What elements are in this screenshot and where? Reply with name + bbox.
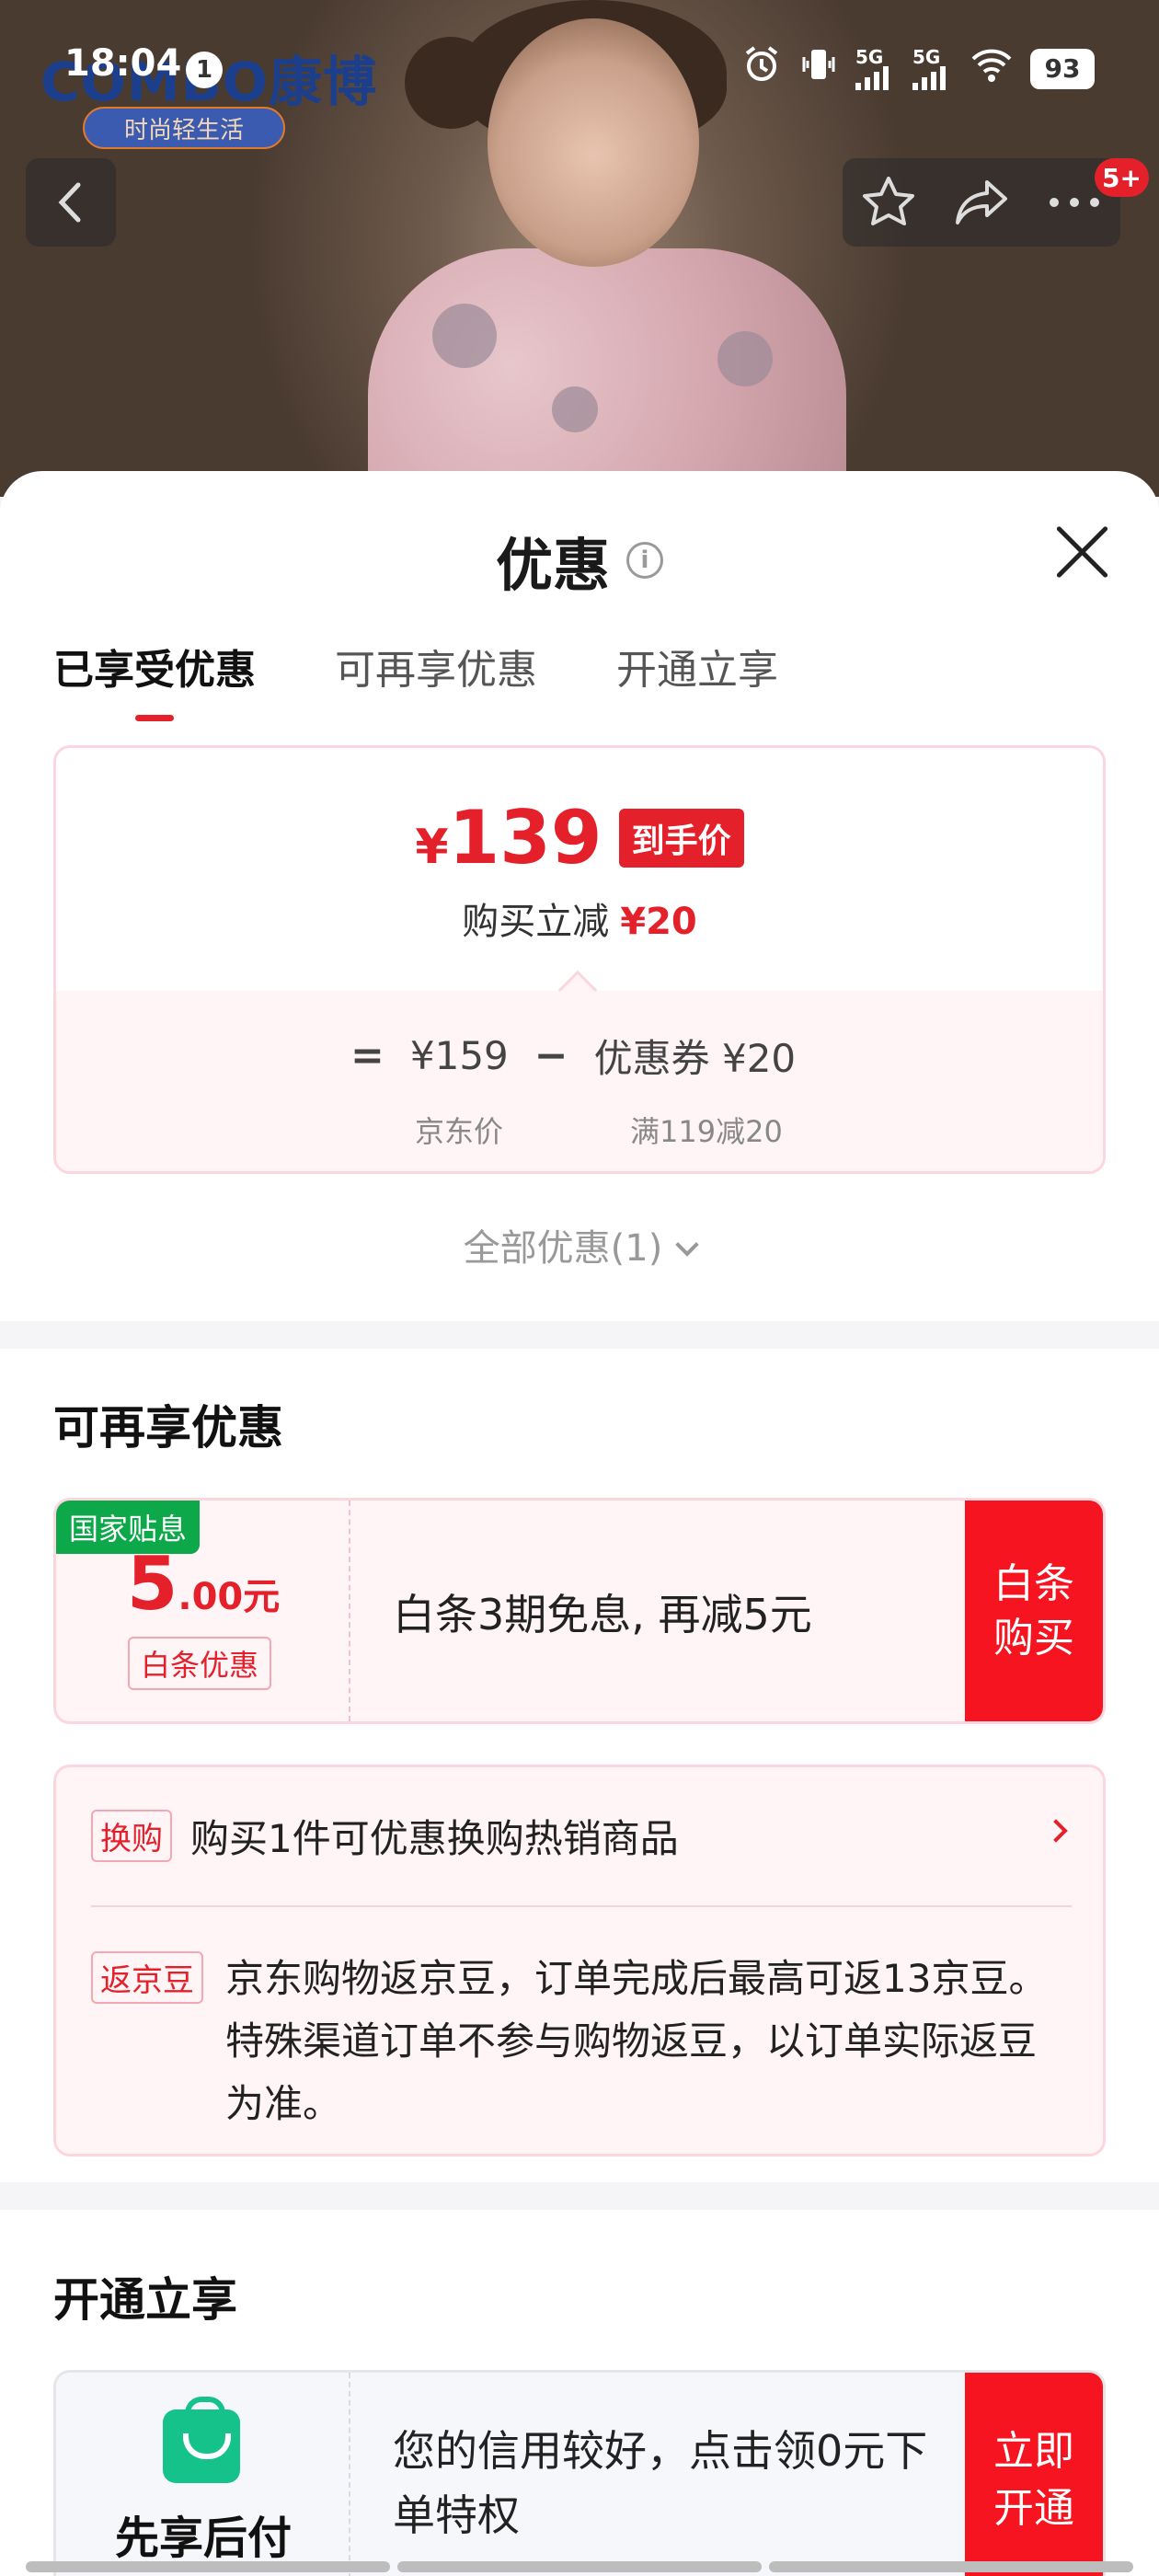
gesture-nav-bar: [0, 2561, 1159, 2576]
hero-dot: [717, 331, 773, 386]
chevron-right-icon: [1044, 1819, 1068, 1843]
network-type-2: 5G: [912, 45, 941, 68]
status-time: 18:04: [64, 42, 182, 85]
vibrate-icon: [798, 44, 839, 93]
notification-count-badge: 1: [186, 52, 223, 88]
section-divider: [0, 2182, 1159, 2210]
sheet-title: 优惠 i: [0, 519, 1159, 602]
perks-card: 换购 购买1件可优惠换购热销商品 返京豆 京东购物返京豆，订单完成后最高可返13…: [53, 1765, 1106, 2156]
pay-later-name: 先享后付: [114, 2513, 292, 2564]
final-price-line: ¥139 到手价: [56, 801, 1103, 875]
amount-decimal: .00元: [178, 1576, 281, 1618]
tab-open-now[interactable]: 开通立享: [616, 637, 778, 721]
tab-enjoyed[interactable]: 已享受优惠: [53, 637, 256, 721]
discount-sheet: 优惠 i 已享受优惠 可再享优惠 开通立享 ¥139 到手价 购买立减 ¥20 = …: [0, 471, 1159, 2576]
discount-tabs: 已享受优惠 可再享优惠 开通立享: [53, 637, 778, 721]
nav-segment: [26, 2561, 390, 2572]
favorite-button[interactable]: [847, 166, 930, 239]
baitiao-buy-button[interactable]: 白条 购买: [965, 1501, 1103, 1721]
button-line-2: 购买: [993, 1615, 1074, 1662]
status-icons: 5G 5G 93: [741, 44, 1095, 93]
chevron-left-icon: [58, 182, 81, 223]
price-formula: = ¥159 − 优惠券 ¥20 京东价 满119减20: [56, 991, 1103, 1171]
currency-symbol: ¥: [415, 820, 449, 875]
button-line-2: 开通: [993, 2485, 1074, 2532]
header-action-group: [843, 158, 1120, 247]
final-price-value: 139: [448, 795, 602, 880]
wifi-icon: [970, 46, 1014, 91]
minus-sign: −: [534, 1032, 568, 1079]
status-bar: 18:04 1 5G 5G 93: [0, 28, 1159, 110]
jd-beans-tag: 返京豆: [91, 1951, 203, 2004]
amount-integer: 5: [126, 1541, 178, 1627]
chevron-down-icon: [675, 1233, 700, 1257]
jd-price: ¥159: [409, 1033, 509, 1078]
share-button[interactable]: [940, 166, 1023, 239]
sheet-title-text: 优惠: [495, 532, 610, 599]
pay-later-description: 您的信用较好，点击领0元下单特权: [393, 2426, 928, 2540]
star-icon: [863, 177, 915, 225]
hero-dot: [432, 304, 497, 368]
hero-dot: [552, 386, 598, 432]
jd-price-label: 京东价: [415, 1114, 504, 1149]
info-icon[interactable]: i: [626, 542, 663, 579]
all-discounts-label: 全部优惠(1): [463, 1227, 663, 1270]
reduction-amount: ¥20: [620, 901, 697, 943]
close-button[interactable]: [1052, 523, 1111, 581]
final-price: ¥139: [415, 801, 602, 875]
price-summary: ¥139 到手价 购买立减 ¥20: [56, 748, 1103, 991]
instant-reduction: 购买立减 ¥20: [56, 891, 1103, 945]
baitiao-amount: 5.00元: [56, 1541, 350, 1627]
back-button[interactable]: [26, 158, 116, 247]
coupon-condition: 满119减20: [630, 1114, 783, 1149]
section-divider: [0, 1321, 1159, 1349]
button-line-1: 立即: [993, 2428, 1074, 2476]
more-dots-icon: [1049, 198, 1099, 207]
shopping-bag-icon: [163, 2397, 240, 2483]
formula-line: = ¥159 − 优惠券 ¥20: [350, 1028, 796, 1084]
pay-later-card[interactable]: 先享后付 您的信用较好，点击领0元下单特权 立即 开通: [53, 2370, 1106, 2576]
nav-segment: [397, 2561, 762, 2572]
exchange-text: 购买1件可优惠换购热销商品: [190, 1816, 679, 1861]
jd-beans-text: 京东购物返京豆，订单完成后最高可返13京豆。特殊渠道订单不参与购物返豆，以订单实…: [225, 1956, 1048, 2126]
equals-sign: =: [350, 1032, 384, 1079]
hero-jacket: [368, 248, 846, 497]
baitiao-label: 白条优惠: [128, 1637, 272, 1690]
more-discounts-heading: 可再享优惠: [53, 1401, 283, 1455]
open-now-button[interactable]: 立即 开通: [965, 2373, 1103, 2576]
tab-more-available[interactable]: 可再享优惠: [335, 637, 537, 721]
reduction-label: 购买立减: [462, 901, 610, 943]
signal-5g-2-icon: 5G: [912, 48, 953, 90]
final-price-tag: 到手价: [618, 809, 744, 868]
exchange-perk-row[interactable]: 换购 购买1件可优惠换购热销商品: [91, 1808, 1072, 1864]
open-now-heading: 开通立享: [53, 2273, 237, 2327]
share-icon: [955, 180, 1007, 224]
alarm-icon: [741, 44, 782, 93]
all-discounts-toggle[interactable]: 全部优惠(1): [0, 1218, 1159, 1271]
button-line-1: 白条: [993, 1559, 1074, 1607]
signal-5g-1-icon: 5G: [855, 48, 896, 90]
nav-segment: [769, 2561, 1133, 2572]
coupon-amount: 优惠券 ¥20: [593, 1036, 797, 1081]
price-breakdown-card: ¥139 到手价 购买立减 ¥20 = ¥159 − 优惠券 ¥20 京东价 满1…: [53, 745, 1106, 1174]
network-type-1: 5G: [855, 45, 884, 68]
baitiao-description: 白条3期免息, 再减5元: [393, 1590, 812, 1639]
exchange-tag: 换购: [91, 1810, 172, 1862]
perk-divider: [91, 1905, 1072, 1907]
battery-indicator: 93: [1030, 48, 1095, 89]
brand-tagline: 时尚轻生活: [83, 107, 285, 149]
message-count-badge: 5+: [1095, 158, 1149, 197]
baitiao-offer-card[interactable]: 国家贴息 5.00元 白条优惠 白条3期免息, 再减5元 白条 购买: [53, 1498, 1106, 1724]
